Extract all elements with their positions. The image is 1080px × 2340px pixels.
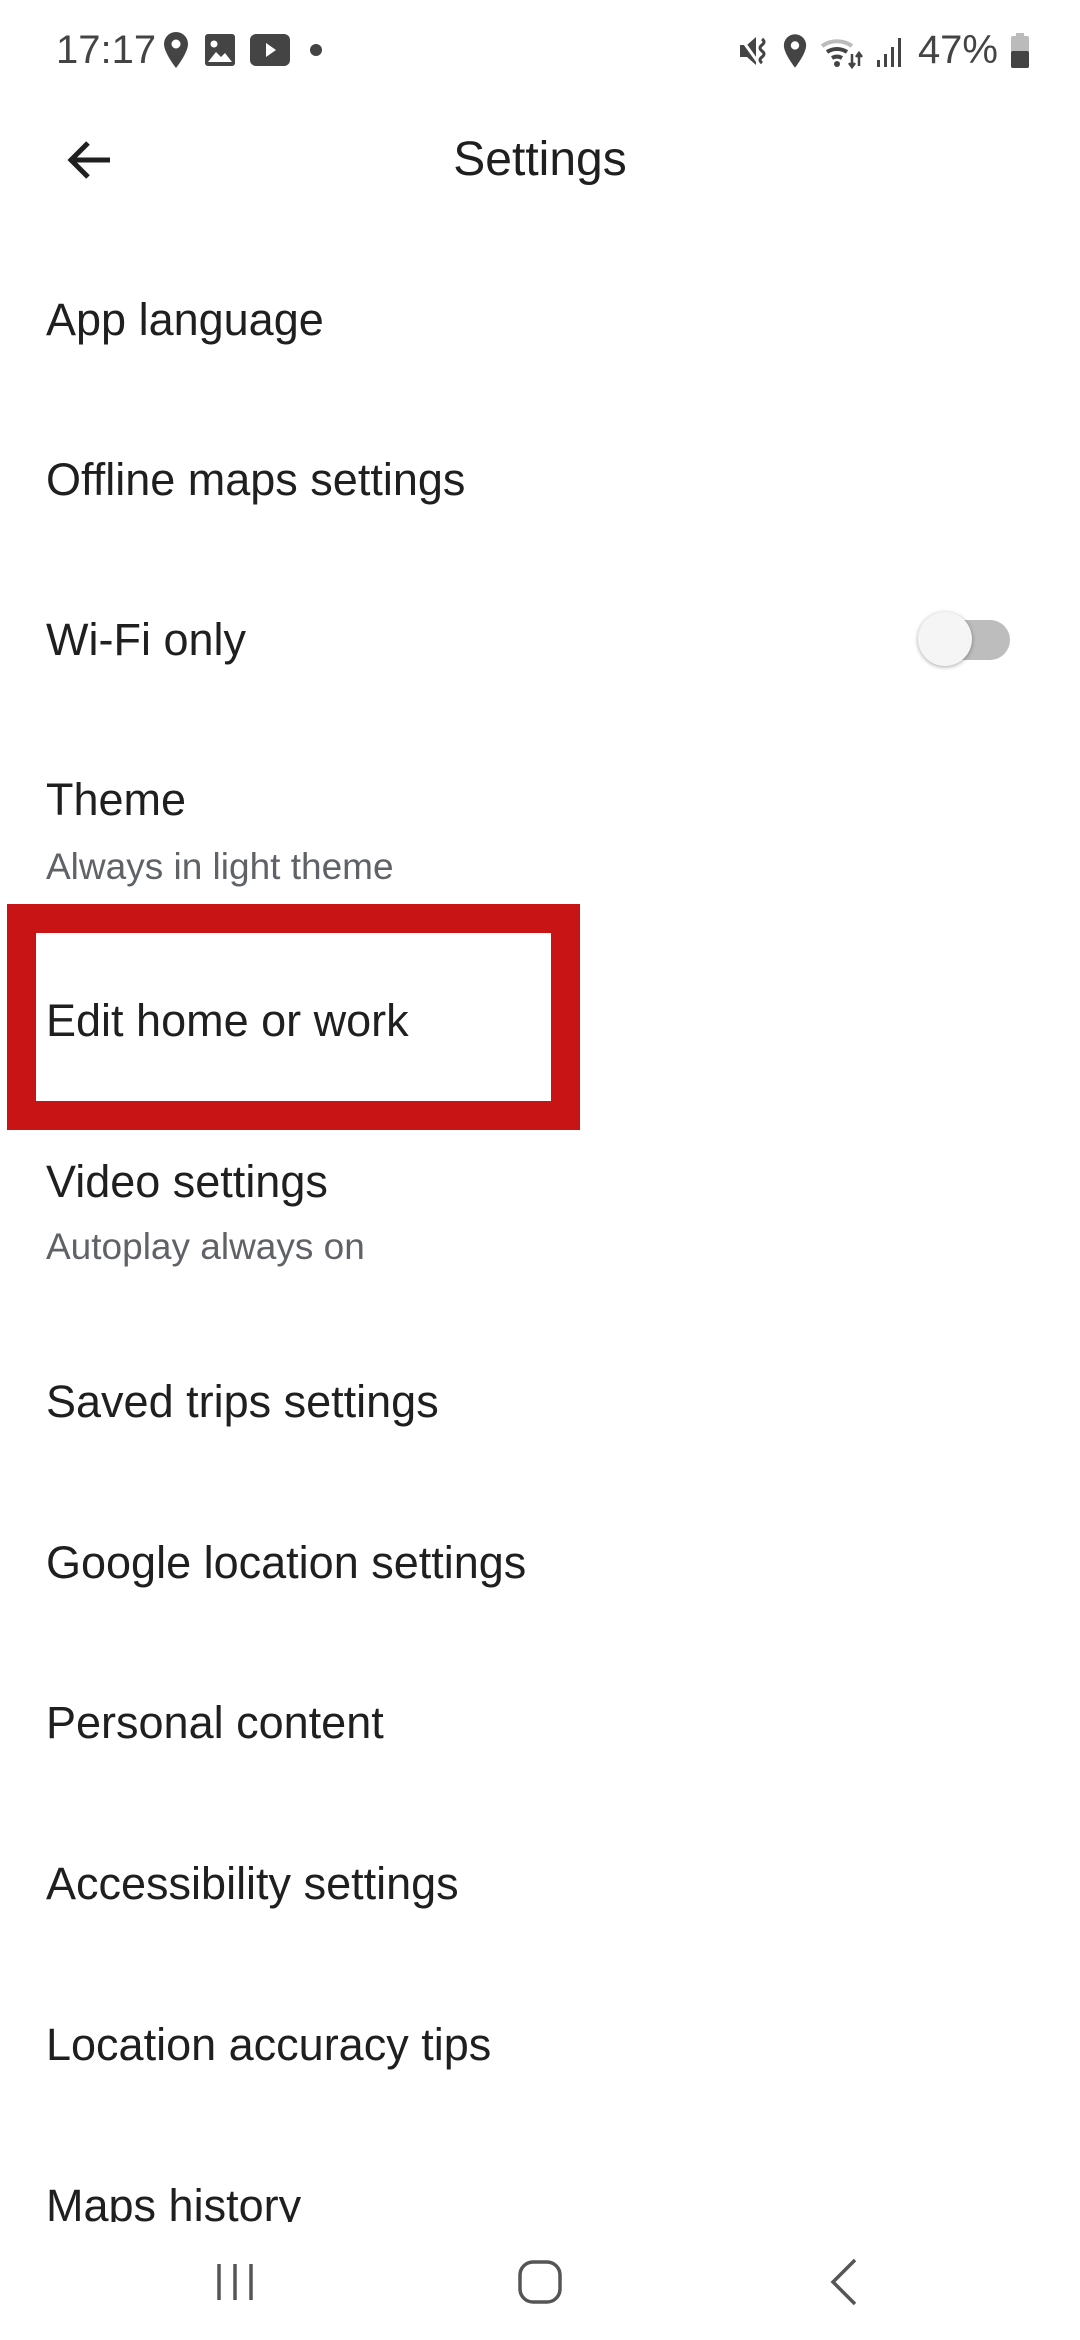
app-bar: Settings bbox=[0, 110, 1080, 206]
setting-label: App language bbox=[46, 294, 324, 345]
setting-label: Video settings bbox=[46, 1156, 328, 1207]
setting-google-location[interactable]: Google location settings bbox=[0, 1480, 1080, 1640]
setting-label: Personal content bbox=[46, 1697, 384, 1748]
battery-percent: 47% bbox=[917, 28, 998, 72]
setting-subtitle: Autoplay always on bbox=[46, 1226, 365, 1267]
setting-offline-maps[interactable]: Offline maps settings bbox=[0, 400, 1080, 560]
setting-label: Wi-Fi only bbox=[46, 614, 246, 665]
back-nav-button[interactable] bbox=[815, 2252, 875, 2312]
back-icon bbox=[830, 2258, 857, 2306]
toggle-knob bbox=[918, 612, 972, 666]
setting-saved-trips[interactable]: Saved trips settings bbox=[0, 1320, 1080, 1480]
setting-label: Edit home or work bbox=[46, 995, 409, 1046]
home-icon bbox=[518, 2260, 562, 2304]
status-bar: 17:17 47% bbox=[0, 0, 1080, 100]
setting-label: Saved trips settings bbox=[46, 1376, 439, 1427]
setting-label: Google location settings bbox=[46, 1537, 527, 1588]
setting-label: Offline maps settings bbox=[46, 454, 466, 505]
signal-icon bbox=[876, 37, 901, 67]
setting-edit-home-work[interactable]: Edit home or work bbox=[0, 940, 1080, 1100]
wifi-only-toggle[interactable] bbox=[918, 612, 1010, 666]
setting-label: Accessibility settings bbox=[46, 1858, 459, 1909]
mute-vibrate-icon bbox=[738, 35, 766, 66]
home-button[interactable] bbox=[510, 2252, 570, 2312]
setting-label: Location accuracy tips bbox=[46, 2019, 492, 2070]
location-icon bbox=[783, 33, 807, 68]
battery-icon bbox=[1011, 32, 1029, 68]
system-nav-bar bbox=[0, 2222, 1080, 2340]
setting-video[interactable]: Video settings Autoplay always on bbox=[0, 1100, 1080, 1300]
page-title: Settings bbox=[453, 133, 627, 186]
setting-personal-content[interactable]: Personal content bbox=[0, 1640, 1080, 1800]
recents-icon bbox=[217, 2264, 253, 2300]
setting-app-language[interactable]: App language bbox=[0, 240, 1080, 400]
setting-subtitle: Always in light theme bbox=[46, 846, 394, 887]
wifi-icon bbox=[820, 38, 863, 69]
location-icon bbox=[164, 32, 188, 68]
setting-location-accuracy[interactable]: Location accuracy tips bbox=[0, 1960, 1080, 2120]
recents-button[interactable] bbox=[205, 2252, 265, 2312]
youtube-icon bbox=[250, 34, 290, 66]
setting-label: Theme bbox=[46, 774, 187, 825]
status-time: 17:17 bbox=[56, 28, 157, 72]
gallery-icon bbox=[205, 34, 235, 66]
dot-icon bbox=[310, 44, 322, 56]
setting-theme[interactable]: Theme Always in light theme bbox=[0, 720, 1080, 900]
setting-accessibility[interactable]: Accessibility settings bbox=[0, 1800, 1080, 1960]
